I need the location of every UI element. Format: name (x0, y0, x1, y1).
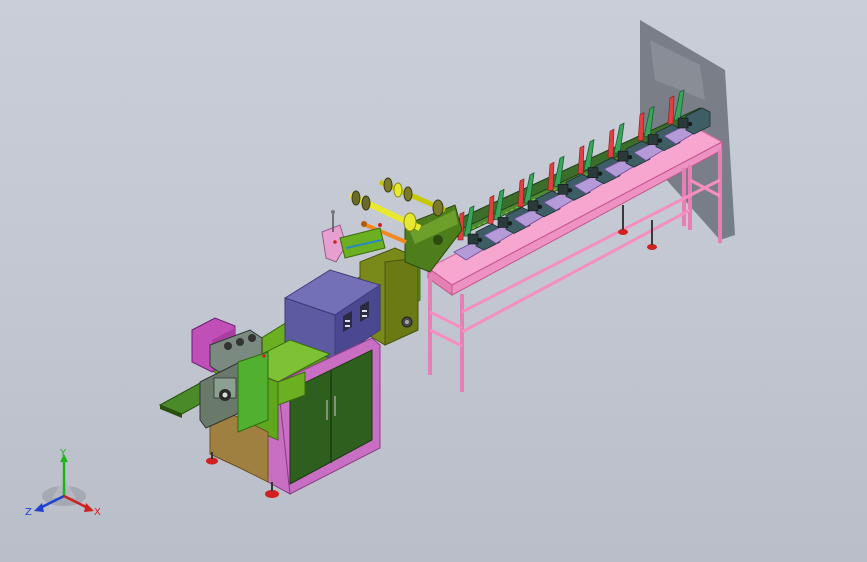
packaging-machine-model[interactable] (0, 0, 867, 562)
z-axis-label: Z (25, 507, 32, 518)
y-axis-label: Y (59, 448, 67, 459)
cad-viewport[interactable]: Y X Z (0, 0, 867, 562)
outfeed-sealer[interactable] (158, 317, 269, 433)
roller-bracket[interactable] (321, 210, 386, 263)
x-axis-label: X (94, 507, 101, 518)
coordinate-triad: Y X Z (25, 448, 101, 518)
